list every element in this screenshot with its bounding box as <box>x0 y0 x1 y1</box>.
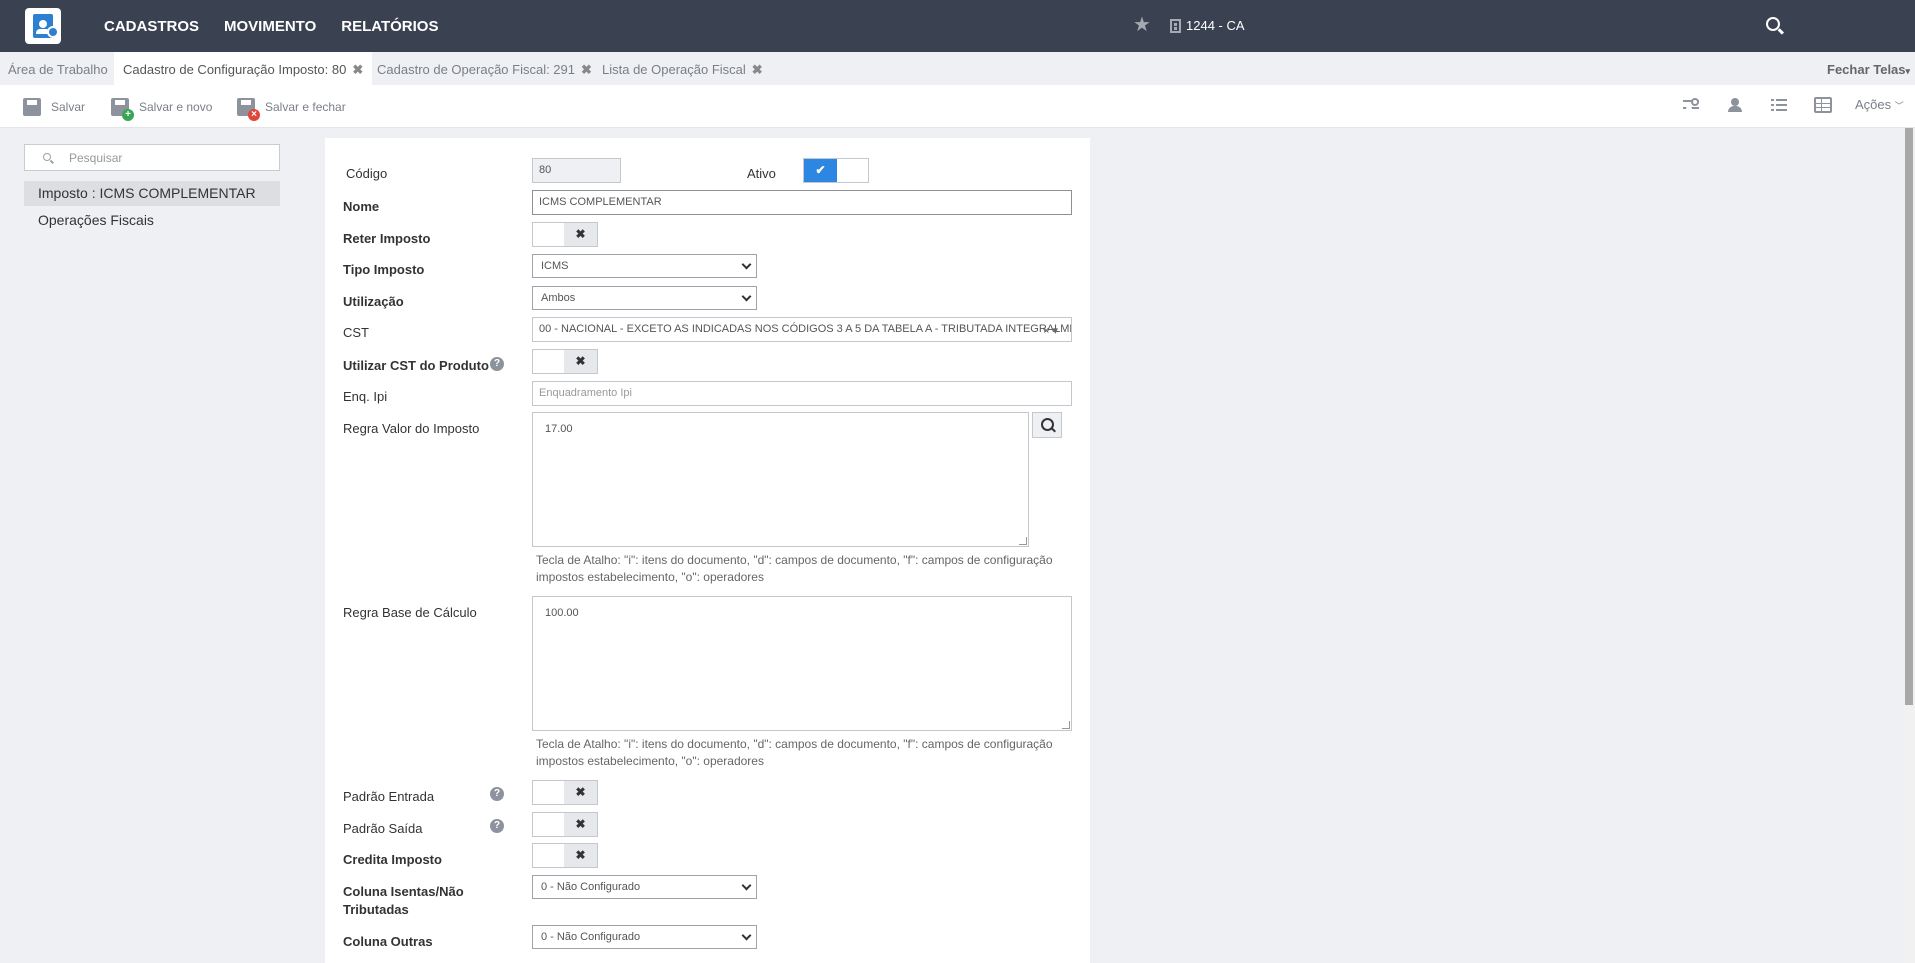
main-menu: CADASTROS MOVIMENTO RELATÓRIOS <box>104 0 463 52</box>
cst-clear-icon[interactable]: × ▾ <box>1043 324 1058 337</box>
enq-ipi-field[interactable]: Enquadramento Ipi <box>532 381 1072 406</box>
tab-area-de-trabalho[interactable]: Área de Trabalho <box>0 52 116 85</box>
utilizacao-select[interactable]: Ambos <box>532 286 757 310</box>
sliders-icon[interactable] <box>1682 97 1700 113</box>
chevron-down-icon <box>741 259 752 270</box>
resize-handle-icon[interactable] <box>1062 721 1070 729</box>
help-icon[interactable]: ? <box>490 357 504 371</box>
coluna-isentas-select[interactable]: 0 - Não Configurado <box>532 875 757 899</box>
ativo-toggle[interactable]: ✔ <box>803 158 869 183</box>
star-icon[interactable]: ★ <box>1133 15 1151 35</box>
x-icon: ✖ <box>564 813 597 836</box>
search-icon[interactable] <box>1766 17 1780 31</box>
save-close-icon: × <box>237 98 260 121</box>
establishment-label: 1244 - CA <box>1186 18 1245 33</box>
nome-label: Nome <box>343 199 380 214</box>
utilizar-cst-toggle[interactable]: ✖ <box>532 349 598 374</box>
fechar-telas-dropdown[interactable]: Fechar Telas▾ <box>1827 52 1910 85</box>
search-icon <box>43 153 51 161</box>
coluna-outras-label: Coluna Outras <box>343 934 433 949</box>
help-icon[interactable]: ? <box>490 787 504 801</box>
tab-lista-operacao-fiscal[interactable]: Lista de Operação Fiscal ✖ <box>593 52 772 85</box>
x-icon: ✖ <box>564 350 597 373</box>
menu-movimento[interactable]: MOVIMENTO <box>224 18 316 35</box>
save-button[interactable]: Salvar <box>23 95 85 119</box>
sidebar-search-input[interactable] <box>69 149 269 167</box>
credita-imposto-label: Credita Imposto <box>343 852 442 867</box>
regra-valor-label: Regra Valor do Imposto <box>343 421 480 436</box>
regra-valor-textarea[interactable]: 17.00 <box>532 412 1029 547</box>
reter-imposto-label: Reter Imposto <box>343 231 431 246</box>
sidebar-item-imposto[interactable]: Imposto : ICMS COMPLEMENTAR <box>24 181 280 206</box>
coluna-outras-select[interactable]: 0 - Não Configurado <box>532 925 757 949</box>
close-tab-icon[interactable]: ✖ <box>752 62 763 77</box>
app-logo-icon[interactable] <box>25 8 61 44</box>
x-icon: ✖ <box>564 223 597 246</box>
save-and-close-button[interactable]: × Salvar e fechar <box>237 95 346 121</box>
x-icon: ✖ <box>564 781 597 804</box>
save-and-new-button[interactable]: + Salvar e novo <box>111 95 212 121</box>
shortcut-hint: Tecla de Atalho: "i": itens do documento… <box>536 737 1053 768</box>
scrollbar-thumb[interactable] <box>1905 128 1913 705</box>
enq-ipi-label: Enq. Ipi <box>343 389 388 404</box>
top-navbar: CADASTROS MOVIMENTO RELATÓRIOS ★ 1244 - … <box>0 0 1915 52</box>
shortcut-hint: Tecla de Atalho: "i": itens do documento… <box>536 553 1053 584</box>
table-icon[interactable] <box>1814 97 1832 113</box>
close-tab-icon[interactable]: ✖ <box>581 62 592 77</box>
tabs-bar: Área de Trabalho Cadastro de Configuraçã… <box>0 52 1915 85</box>
credita-imposto-toggle[interactable]: ✖ <box>532 843 598 868</box>
codigo-field[interactable]: 80 <box>532 158 621 183</box>
reter-imposto-toggle[interactable]: ✖ <box>532 222 598 247</box>
building-icon <box>1170 18 1181 33</box>
sidebar-search <box>24 144 280 171</box>
help-icon[interactable]: ? <box>490 819 504 833</box>
acoes-dropdown[interactable]: Ações ﹀ <box>1855 97 1904 112</box>
utilizar-cst-label: Utilizar CST do Produto <box>343 358 489 373</box>
regra-base-label: Regra Base de Cálculo <box>343 605 477 620</box>
coluna-isentas-label: Coluna Isentas/Não Tributadas <box>343 884 464 917</box>
resize-handle-icon[interactable] <box>1019 537 1027 545</box>
list-icon[interactable] <box>1770 97 1788 113</box>
padrao-saida-label: Padrão Saída <box>343 821 423 836</box>
codigo-label: Código <box>346 166 388 181</box>
tipo-imposto-select[interactable]: ICMS <box>532 254 757 278</box>
ativo-label: Ativo <box>747 166 776 181</box>
check-icon: ✔ <box>804 159 837 182</box>
padrao-entrada-toggle[interactable]: ✖ <box>532 780 598 805</box>
users-icon[interactable] <box>1726 97 1744 113</box>
tab-cadastro-operacao-fiscal[interactable]: Cadastro de Operação Fiscal: 291 ✖ <box>368 52 601 85</box>
chevron-down-icon <box>741 291 752 302</box>
x-icon: ✖ <box>564 844 597 867</box>
padrao-saida-toggle[interactable]: ✖ <box>532 812 598 837</box>
save-add-icon: + <box>111 98 134 121</box>
sidebar-item-operacoes-fiscais[interactable]: Operações Fiscais <box>24 208 280 233</box>
close-tab-icon[interactable]: ✖ <box>352 62 363 77</box>
cst-label: CST <box>343 325 369 340</box>
nome-field[interactable]: ICMS COMPLEMENTAR <box>532 190 1072 215</box>
menu-relatorios[interactable]: RELATÓRIOS <box>341 18 438 35</box>
utilizacao-label: Utilização <box>343 294 404 309</box>
search-rule-button[interactable] <box>1032 412 1062 438</box>
tab-cadastro-configuracao-imposto[interactable]: Cadastro de Configuração Imposto: 80 ✖ <box>114 52 373 85</box>
chevron-down-icon <box>741 930 752 941</box>
chevron-down-icon <box>741 880 752 891</box>
establishment-selector[interactable]: 1244 - CA <box>1170 18 1245 33</box>
save-icon <box>23 98 41 116</box>
toolbar: Salvar + Salvar e novo × Salvar e fechar <box>0 85 1915 128</box>
tipo-imposto-label: Tipo Imposto <box>343 262 425 277</box>
cst-select[interactable]: 00 - NACIONAL - EXCETO AS INDICADAS NOS … <box>532 317 1072 342</box>
regra-base-textarea[interactable]: 100.00 <box>532 596 1072 731</box>
padrao-entrada-label: Padrão Entrada <box>343 789 435 804</box>
menu-cadastros[interactable]: CADASTROS <box>104 18 199 35</box>
